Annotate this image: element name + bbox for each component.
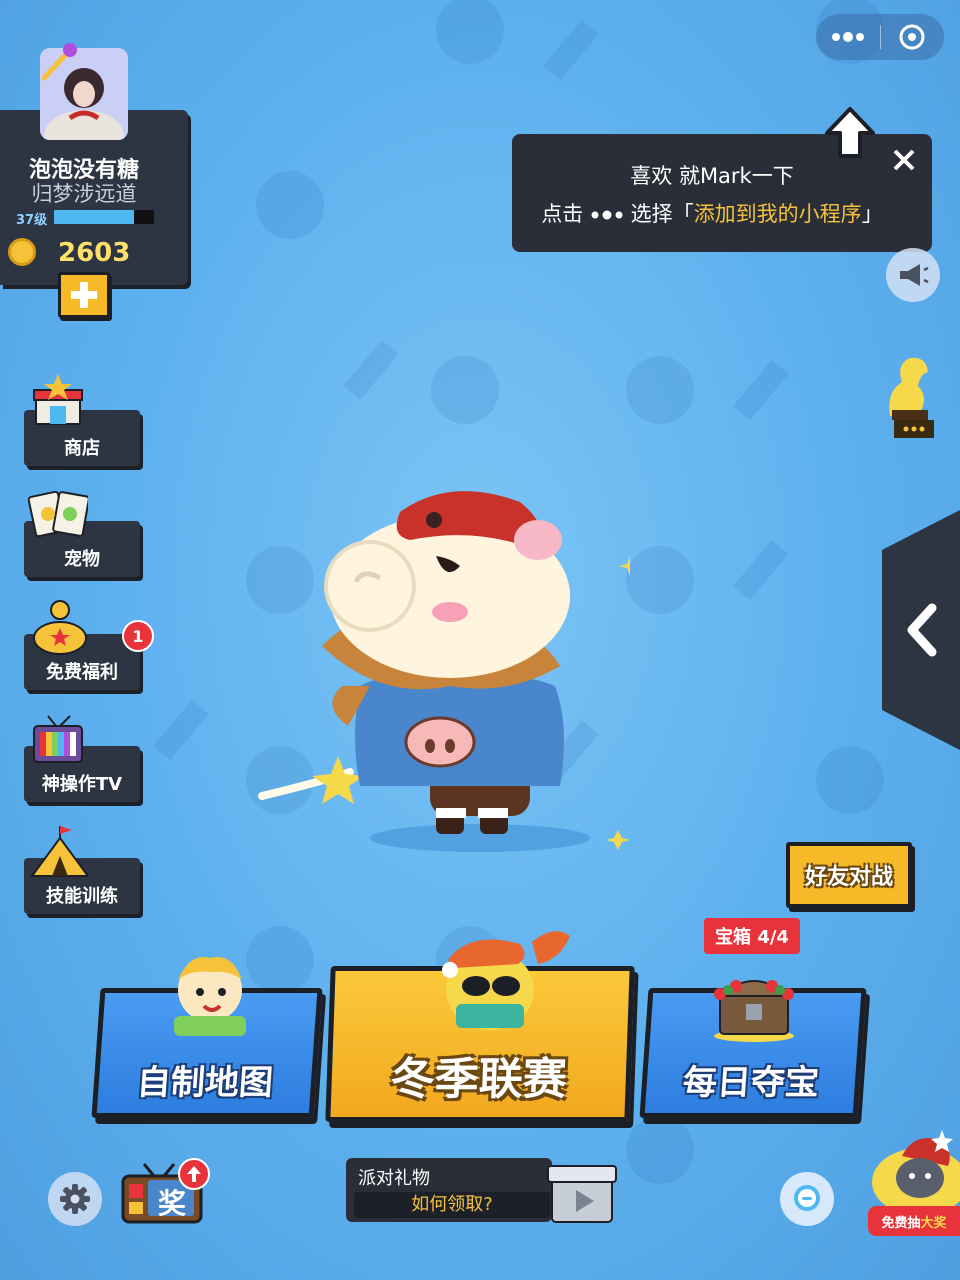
lottery-prefix: 免费抽 <box>881 1215 921 1231</box>
coin-icon <box>8 238 36 266</box>
gift-box-icon[interactable] <box>546 1156 618 1226</box>
menu-label: 宠物 <box>64 549 100 570</box>
target-circle-icon <box>899 24 925 50</box>
menu-label: 技能训练 <box>46 886 118 907</box>
party-gift-title: 派对礼物 <box>358 1168 430 1189</box>
side-drawer-button[interactable] <box>882 510 960 750</box>
tent-icon <box>30 826 88 877</box>
close-icon[interactable] <box>892 148 916 172</box>
daily-treasure-label: 每日夺宝 <box>681 1063 821 1103</box>
mini-program-capsule <box>816 14 944 60</box>
add-coins-button[interactable] <box>58 272 110 318</box>
coin-count: 2603 <box>58 238 131 268</box>
piggy-bank-icon <box>33 600 87 655</box>
player-title: 归梦涉远道 <box>31 182 137 206</box>
announcement-button[interactable] <box>886 248 940 302</box>
upgrade-arrow-badge <box>178 1158 210 1190</box>
chat-bubble-icon <box>794 1185 820 1211</box>
level-progress-bar <box>54 210 154 224</box>
trophy-icon[interactable] <box>876 352 940 440</box>
winter-league-label: 冬季联赛 <box>389 1054 568 1105</box>
party-gift-panel[interactable]: 派对礼物 如何领取? <box>346 1158 552 1222</box>
up-arrow-icon <box>825 107 875 158</box>
more-dots-icon <box>831 32 864 42</box>
how-to-claim-link[interactable]: 如何领取? <box>354 1192 550 1218</box>
menu-label: 神操作TV <box>41 774 123 795</box>
treasure-chest-icon <box>714 980 794 1042</box>
plus-icon <box>71 282 97 308</box>
scepter-icon <box>41 43 77 81</box>
reward-tv-button[interactable]: 奖 <box>120 1158 216 1232</box>
tooltip-prefix: 点击 <box>541 202 590 226</box>
shop-icon <box>33 374 83 425</box>
tooltip-line2: 点击 选择「添加到我的小程序」 <box>512 198 912 228</box>
player-character[interactable] <box>250 486 630 858</box>
friend-battle-button[interactable]: 好友对战 <box>786 842 912 908</box>
league-mascot-icon <box>442 931 570 1030</box>
more-button[interactable] <box>816 14 880 60</box>
player-level: 37级 <box>16 213 48 228</box>
lottery-mascot-icon[interactable] <box>864 1126 960 1212</box>
megaphone-icon <box>900 264 929 286</box>
menu-label: 免费福利 <box>46 662 118 683</box>
tooltip-suffix: 」 <box>861 202 883 226</box>
lottery-highlight: 大奖 <box>920 1215 947 1231</box>
custom-map-label: 自制地图 <box>135 1063 275 1103</box>
level-progress-fill <box>54 210 134 224</box>
arrow-up-icon <box>187 1166 201 1182</box>
chat-button[interactable] <box>780 1172 834 1226</box>
close-mini-program-button[interactable] <box>881 14 945 60</box>
menu-label: 商店 <box>64 438 100 459</box>
tv-icon <box>33 715 83 763</box>
tooltip-line1: 喜欢 就Mark一下 <box>630 164 794 188</box>
pet-cards-icon <box>28 490 88 538</box>
gear-icon <box>60 1184 90 1214</box>
tooltip-highlight: 添加到我的小程序 <box>693 202 862 226</box>
map-mascot-icon <box>174 956 246 1036</box>
settings-button[interactable] <box>48 1172 102 1226</box>
notification-badge: 1 <box>122 620 154 652</box>
tooltip-mid: 选择「 <box>624 202 694 226</box>
free-lottery-label[interactable]: 免费抽 大奖 <box>868 1206 960 1236</box>
more-dots-icon <box>591 210 623 220</box>
chest-count-badge: 宝箱 4/4 <box>704 918 800 954</box>
